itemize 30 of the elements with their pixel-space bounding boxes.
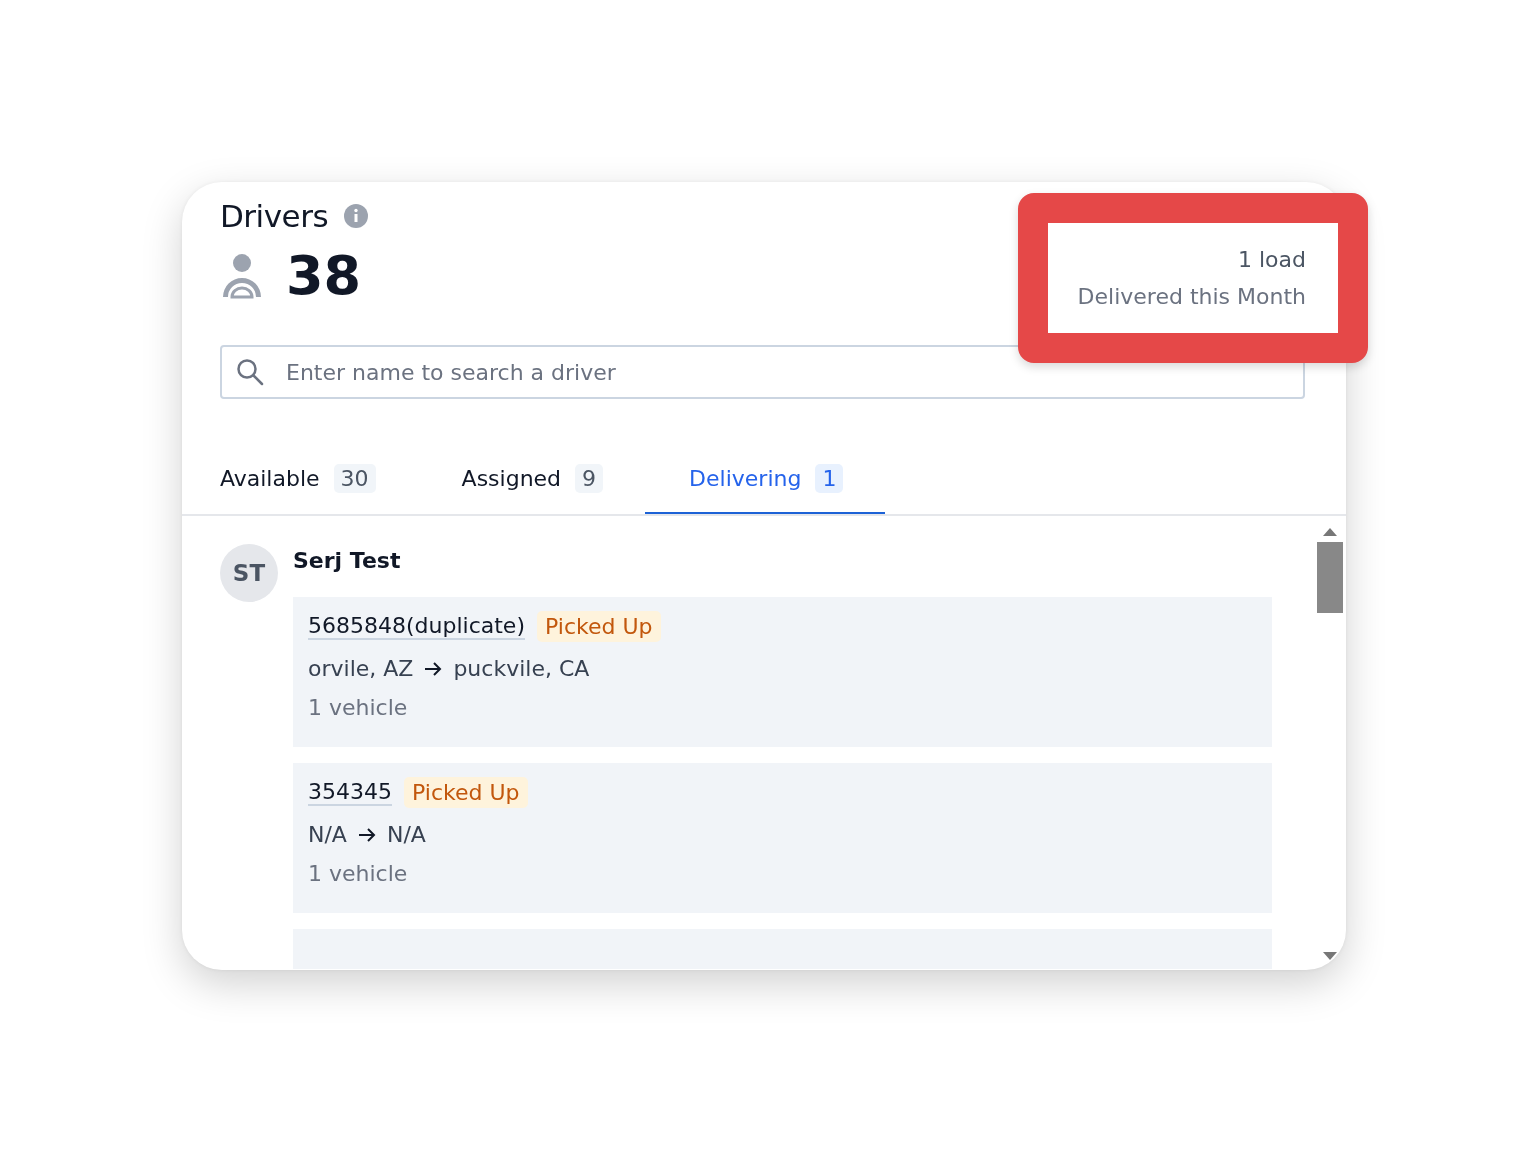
panel-title: Drivers: [220, 198, 329, 234]
arrow-icon: [423, 659, 444, 678]
search-icon: [236, 358, 264, 386]
info-icon[interactable]: [344, 204, 369, 228]
tab-count: 1: [815, 464, 844, 493]
vehicle-count: 1 vehicle: [308, 695, 408, 720]
load-id-link[interactable]: 354345: [308, 779, 392, 806]
route-origin: N/A: [308, 822, 347, 847]
status-badge: Picked Up: [404, 777, 528, 808]
load-card[interactable]: 354345 Picked Up N/A N/A 1 vehicle: [293, 763, 1272, 913]
tab-count: 9: [575, 464, 604, 493]
loads-label: Delivered this Month: [1077, 284, 1306, 309]
route-origin: orvile, AZ: [308, 656, 414, 681]
driver-count: 38: [286, 244, 362, 307]
driver-icon: [220, 252, 264, 299]
scrollbar-thumb[interactable]: [1317, 542, 1343, 613]
route-destination: puckvile, CA: [453, 656, 590, 681]
route-destination: N/A: [386, 822, 426, 847]
arrow-icon: [356, 825, 377, 844]
loads-value: 1 load: [1238, 247, 1306, 272]
tab-count: 30: [333, 464, 376, 493]
avatar: ST: [220, 544, 278, 602]
scroll-up-icon[interactable]: [1323, 528, 1337, 536]
driver-name: Serj Test: [293, 548, 401, 573]
load-card[interactable]: 5685848(duplicate) Picked Up orvile, AZ puckvile, CA 1 vehicle: [293, 597, 1272, 747]
search-field[interactable]: Enter name to search a driver: [220, 345, 1305, 399]
status-badge: Picked Up: [537, 611, 661, 642]
vehicle-count: 1 vehicle: [308, 861, 408, 886]
load-id-link[interactable]: 5685848(duplicate): [308, 613, 525, 640]
scroll-down-icon[interactable]: [1323, 952, 1337, 960]
